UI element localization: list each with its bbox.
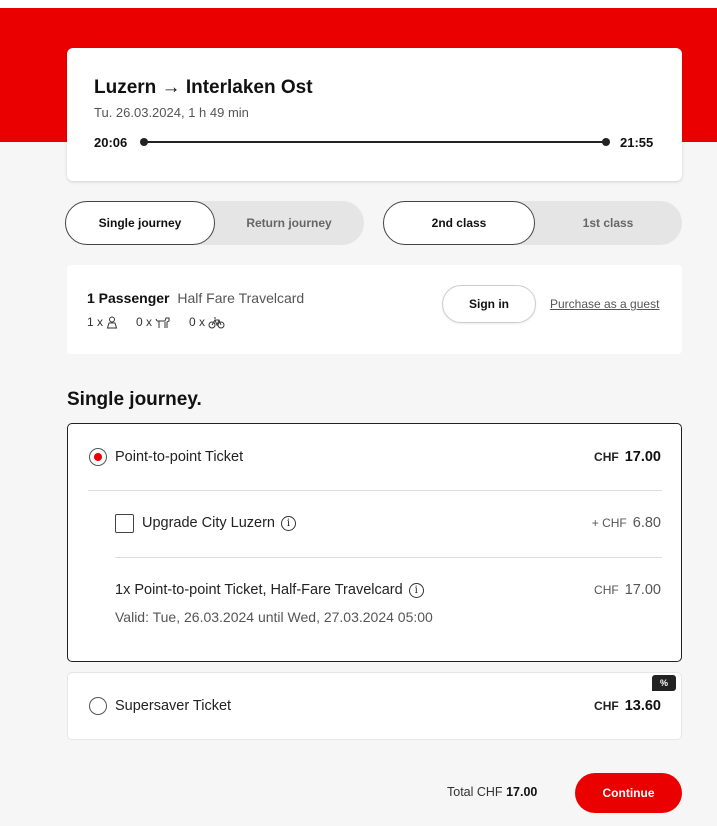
point-to-point-radio[interactable] [89, 448, 107, 466]
second-class-option[interactable]: 2nd class [383, 201, 535, 245]
validity-text: Valid: Tue, 26.03.2024 until Wed, 27.03.… [115, 609, 433, 625]
return-journey-option[interactable]: Return journey [214, 201, 364, 245]
continue-button[interactable]: Continue [575, 773, 682, 813]
purchase-as-guest-link[interactable]: Purchase as a guest [550, 297, 659, 311]
journey-card: Luzern → Interlaken Ost Tu. 26.03.2024, … [67, 48, 682, 181]
single-journey-option[interactable]: Single journey [65, 201, 215, 245]
upgrade-checkbox[interactable] [115, 514, 134, 533]
journey-type-toggle: Single journey Return journey [65, 201, 364, 245]
passenger-card-type: Half Fare Travelcard [177, 290, 305, 306]
departure-time: 20:06 [94, 135, 128, 150]
passenger-breakdown: 1 x 0 x 0 x [87, 315, 225, 329]
top-strip [0, 0, 717, 8]
departure-dot [140, 138, 148, 146]
sign-in-button[interactable]: Sign in [442, 285, 536, 323]
point-to-point-offer: Point-to-point Ticket CHF 17.00 Upgrade C… [67, 423, 682, 662]
arrival-time: 21:55 [620, 135, 654, 150]
class-toggle: 2nd class 1st class [383, 201, 682, 245]
dog-icon [155, 317, 170, 328]
ticket-detail-label: 1x Point-to-point Ticket, Half-Fare Trav… [115, 582, 424, 598]
discount-badge: % [652, 675, 676, 691]
supersaver-label[interactable]: Supersaver Ticket [115, 698, 231, 714]
person-icon [106, 316, 118, 328]
divider [88, 490, 662, 491]
divider [115, 557, 662, 558]
passenger-card: 1 Passenger Half Fare Travelcard 1 x 0 x… [67, 265, 682, 354]
journey-timeline [143, 141, 608, 143]
first-class-option[interactable]: 1st class [533, 201, 683, 245]
upgrade-label[interactable]: Upgrade City Luzern i [142, 515, 296, 531]
point-to-point-price: CHF 17.00 [594, 449, 661, 465]
supersaver-price: CHF 13.60 [594, 698, 661, 714]
bikes-count: 0 x [189, 315, 225, 329]
ticket-detail-price: CHF 17.00 [594, 582, 661, 598]
dogs-count: 0 x [136, 315, 171, 329]
arrival-dot [602, 138, 610, 146]
info-icon[interactable]: i [408, 582, 424, 598]
supersaver-radio[interactable] [89, 697, 107, 715]
info-icon[interactable]: i [281, 515, 296, 531]
total-price: Total CHF 17.00 [447, 785, 538, 799]
upgrade-price: + CHF 6.80 [591, 515, 661, 531]
supersaver-offer[interactable]: % Supersaver Ticket CHF 13.60 [67, 672, 682, 740]
passenger-summary[interactable]: 1 Passenger Half Fare Travelcard [87, 290, 304, 306]
journey-subtitle: Tu. 26.03.2024, 1 h 49 min [94, 105, 249, 120]
section-title: Single journey. [67, 389, 202, 410]
passenger-count: 1 Passenger [87, 290, 170, 306]
adults-count: 1 x [87, 315, 118, 329]
bicycle-icon [208, 317, 225, 328]
journey-title: Luzern → Interlaken Ost [94, 77, 313, 98]
point-to-point-label[interactable]: Point-to-point Ticket [115, 449, 243, 465]
